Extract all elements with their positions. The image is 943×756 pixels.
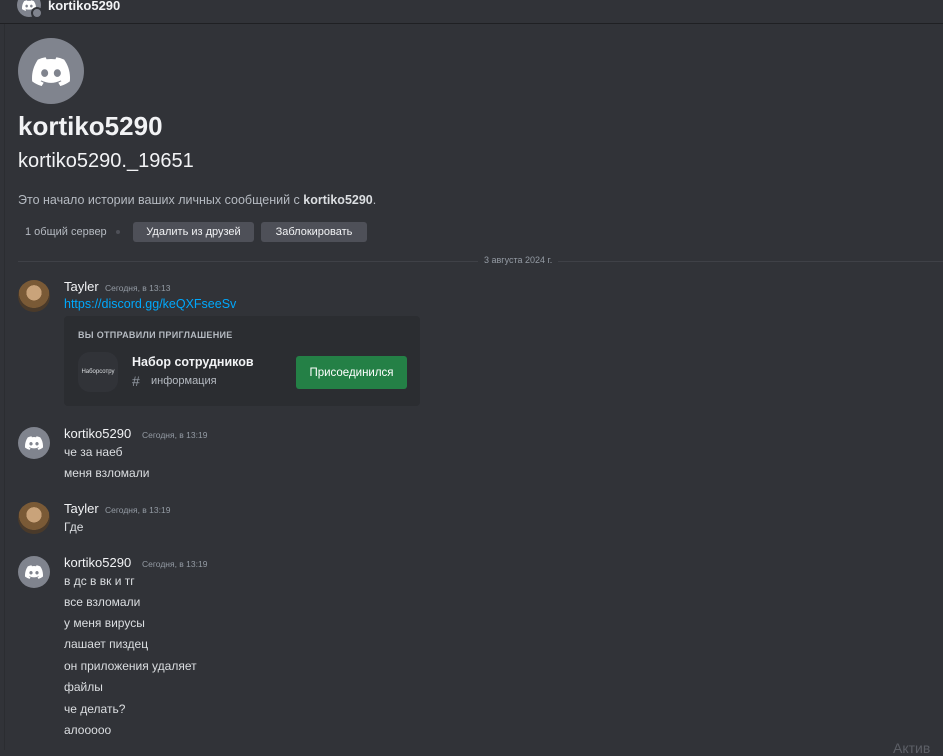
message-line: Где [64,520,84,534]
message-timestamp: Сегодня, в 13:19 [142,559,208,569]
message-line: все взломали [64,595,141,609]
kortiko-avatar[interactable] [18,556,50,588]
tayler-avatar[interactable] [18,502,50,534]
message-line: меня взломали [64,466,150,480]
message-timestamp: Сегодня, в 13:19 [142,430,208,440]
message-author[interactable]: Tayler [64,279,99,294]
message-line: в дс в вк и тг [64,574,135,588]
profile-username: kortiko5290._19651 [18,150,194,172]
channel-hash-icon: # [132,373,140,389]
separator-dot [116,230,120,234]
message-author[interactable]: kortiko5290 [64,426,131,441]
message-author[interactable]: kortiko5290 [64,555,131,570]
guild-name[interactable]: Набор сотрудников [132,355,254,369]
message-line: че делать? [64,702,126,716]
invite-link[interactable]: https://discord.gg/keQXFseeSv [64,297,236,311]
header-username[interactable]: kortiko5290 [48,0,120,13]
invite-channel-name: информация [151,375,217,387]
dm-intro-text: Это начало истории ваших личных сообщени… [18,193,376,207]
message-line: он приложения удаляет [64,659,197,673]
profile-display-name: kortiko5290 [18,111,163,141]
joined-button[interactable]: Присоединился [296,356,407,389]
profile-avatar[interactable] [18,38,84,104]
message-line: у меня вирусы [64,616,145,630]
discord-logo-icon [25,565,43,579]
discord-logo-icon [32,56,70,86]
mutual-servers-link[interactable]: 1 общий сервер [25,226,107,238]
message-line: алооооо [64,723,112,737]
message-line: лашает пиздец [64,637,149,651]
intro-prefix: Это начало истории ваших личных сообщени… [18,193,304,207]
intro-name: kortiko5290 [303,193,373,207]
date-divider-label: 3 августа 2024 г. [478,255,559,265]
left-border [4,24,5,750]
activation-watermark: Актив [893,740,931,756]
message-author[interactable]: Tayler [64,501,99,516]
discord-logo-icon [25,436,43,450]
dm-header: kortiko5290 [0,0,943,24]
block-button[interactable]: Заблокировать [261,222,367,242]
kortiko-avatar[interactable] [18,427,50,459]
guild-icon[interactable]: Наборсотру [78,352,118,392]
intro-suffix: . [372,193,377,207]
message-timestamp: Сегодня, в 13:19 [105,505,171,515]
server-invite-embed: ВЫ ОТПРАВИЛИ ПРИГЛАШЕНИЕ Наборсотру Набо… [64,316,420,406]
guild-icon-text: Наборсотру [81,369,115,375]
message-timestamp: Сегодня, в 13:13 [105,283,171,293]
message-line: че за наеб [64,445,123,459]
offline-status-icon [31,7,43,19]
tayler-avatar[interactable] [18,280,50,312]
message-line: файлы [64,680,103,694]
invite-header: ВЫ ОТПРАВИЛИ ПРИГЛАШЕНИЕ [78,330,233,340]
remove-friend-button[interactable]: Удалить из друзей [133,222,254,242]
